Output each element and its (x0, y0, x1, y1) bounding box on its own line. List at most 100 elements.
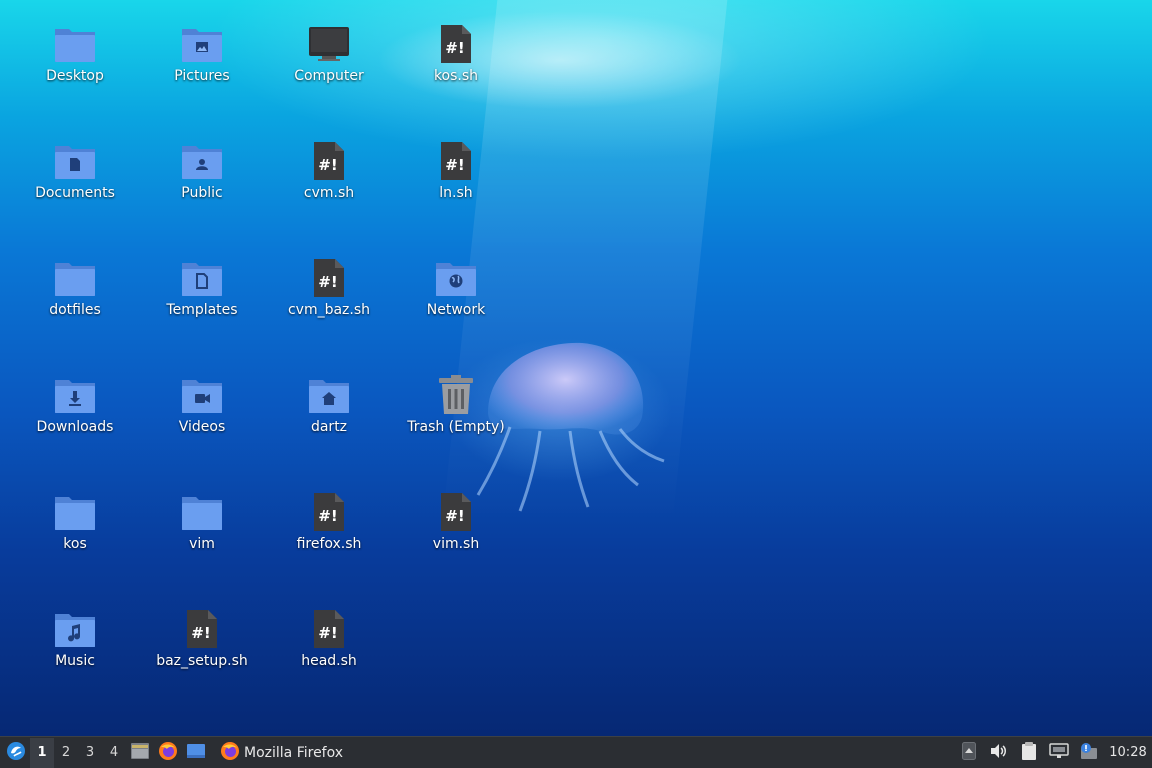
firefox-icon (220, 741, 240, 765)
icon-label: baz_setup.sh (156, 653, 248, 669)
task-label: Mozilla Firefox (244, 744, 344, 761)
folder-icon (180, 490, 224, 534)
svg-text:#!: #! (318, 273, 337, 291)
folder-videos-icon (180, 373, 224, 417)
desktop-icon-firefox-sh[interactable]: #! firefox.sh (274, 490, 384, 552)
icon-label: Templates (166, 302, 238, 318)
folder-pictures-icon (180, 22, 224, 66)
desktop-icon-pictures[interactable]: Pictures (147, 22, 257, 84)
taskbar: 1 2 3 4 Mozilla Firefox 10:28 (0, 736, 1152, 768)
folder-icon (53, 22, 97, 66)
workspace-2[interactable]: 2 (54, 738, 78, 768)
desktop-icon-network[interactable]: Network (401, 256, 511, 318)
desktop-icon-computer[interactable]: Computer (274, 22, 384, 84)
update-notifier-button[interactable] (1074, 738, 1104, 768)
desktop[interactable]: Desktop Documents dotfiles Downloads kos… (0, 0, 1152, 736)
icon-label: kos.sh (433, 68, 479, 84)
clock[interactable]: 10:28 (1104, 745, 1152, 760)
workspace-3[interactable]: 3 (78, 738, 102, 768)
desktop-icon-kos-sh[interactable]: #! kos.sh (401, 22, 511, 84)
desktop-icon-dartz[interactable]: dartz (274, 373, 384, 435)
volume-button[interactable] (984, 738, 1014, 768)
desktop-icon-baz-setup-sh[interactable]: #! baz_setup.sh (147, 607, 257, 669)
icon-label: Videos (178, 419, 226, 435)
desktop-icon-documents[interactable]: Documents (20, 139, 130, 201)
shell-script-icon: #! (434, 139, 478, 183)
shell-script-icon: #! (307, 256, 351, 300)
folder-public-icon (180, 139, 224, 183)
icon-label: Documents (35, 185, 115, 201)
desktop-icon-public[interactable]: Public (147, 139, 257, 201)
shell-script-icon: #! (307, 139, 351, 183)
system-tray: 10:28 (954, 738, 1152, 768)
volume-icon (990, 743, 1008, 763)
file-manager-icon (130, 742, 150, 764)
desktop-icon-trash[interactable]: Trash (Empty) (401, 373, 511, 435)
file-manager-launcher[interactable] (126, 738, 154, 768)
desktop-icon-downloads[interactable]: Downloads (20, 373, 130, 435)
icon-label: dotfiles (49, 302, 101, 318)
icon-label: Music (55, 653, 95, 669)
computer-monitor-icon (307, 22, 351, 66)
icon-label: dartz (310, 419, 348, 435)
svg-text:#!: #! (318, 507, 337, 525)
clipboard-icon (1021, 741, 1037, 765)
desktop-icon-vim[interactable]: vim (147, 490, 257, 552)
desktop-icon-desktop[interactable]: Desktop (20, 22, 130, 84)
shell-script-icon: #! (434, 490, 478, 534)
icon-label: ln.sh (439, 185, 473, 201)
desktop-icon-cvm-baz-sh[interactable]: #! cvm_baz.sh (274, 256, 384, 318)
folder-icon (53, 256, 97, 300)
firefox-launcher[interactable] (154, 738, 182, 768)
folder-icon (53, 490, 97, 534)
svg-text:#!: #! (445, 39, 464, 57)
folder-downloads-icon (53, 373, 97, 417)
icon-label: cvm_baz.sh (287, 302, 371, 318)
folder-network-icon (434, 256, 478, 300)
shell-script-icon: #! (307, 490, 351, 534)
shell-script-icon: #! (180, 607, 224, 651)
icon-label: Network (426, 302, 486, 318)
clipboard-button[interactable] (1014, 738, 1044, 768)
icon-label: Desktop (46, 68, 104, 84)
tray-arrow-up-icon (962, 741, 976, 764)
network-button[interactable] (1044, 738, 1074, 768)
desktop-icon-music[interactable]: Music (20, 607, 130, 669)
network-wired-icon (1049, 742, 1069, 763)
show-desktop-launcher[interactable] (182, 738, 210, 768)
desktop-icon-ln-sh[interactable]: #! ln.sh (401, 139, 511, 201)
folder-music-icon (53, 607, 97, 651)
workspace-4[interactable]: 4 (102, 738, 126, 768)
icon-label: Pictures (174, 68, 230, 84)
icon-label: Downloads (36, 419, 114, 435)
start-menu-button[interactable] (2, 738, 30, 768)
icon-label: Computer (294, 68, 364, 84)
update-notifier-icon (1079, 742, 1099, 764)
icon-label: cvm.sh (303, 185, 355, 201)
svg-text:#!: #! (445, 156, 464, 174)
icon-label: Trash (Empty) (407, 419, 505, 435)
icon-label: firefox.sh (296, 536, 362, 552)
firefox-icon (158, 741, 178, 765)
folder-home-icon (307, 373, 351, 417)
desktop-icon-kos[interactable]: kos (20, 490, 130, 552)
icon-label: vim.sh (432, 536, 480, 552)
shell-script-icon: #! (434, 22, 478, 66)
desktop-icon-templates[interactable]: Templates (147, 256, 257, 318)
trash-empty-icon (434, 373, 478, 417)
start-menu-icon (6, 741, 26, 765)
taskbar-task-firefox[interactable]: Mozilla Firefox (214, 738, 349, 768)
svg-text:#!: #! (318, 156, 337, 174)
tray-expand-button[interactable] (954, 738, 984, 768)
svg-text:#!: #! (445, 507, 464, 525)
desktop-icon-head-sh[interactable]: #! head.sh (274, 607, 384, 669)
folder-templates-icon (180, 256, 224, 300)
desktop-icon-cvm-sh[interactable]: #! cvm.sh (274, 139, 384, 201)
desktop-icon-dotfiles[interactable]: dotfiles (20, 256, 130, 318)
icon-label: Public (181, 185, 223, 201)
icon-label: vim (189, 536, 215, 552)
desktop-icon-videos[interactable]: Videos (147, 373, 257, 435)
workspace-1[interactable]: 1 (30, 737, 54, 768)
desktop-icon-vim-sh[interactable]: #! vim.sh (401, 490, 511, 552)
icon-label: kos (63, 536, 87, 552)
